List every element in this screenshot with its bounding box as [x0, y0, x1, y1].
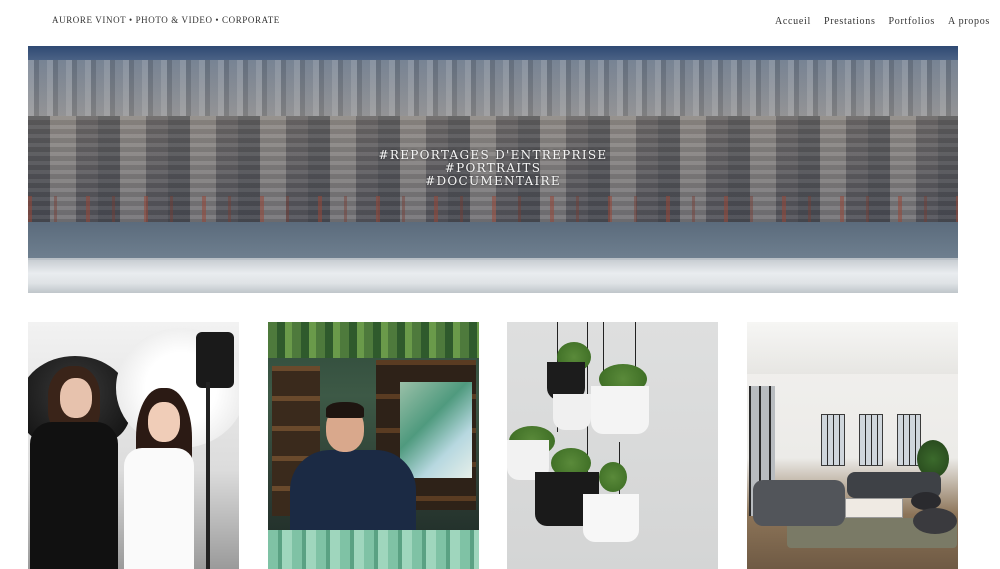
person-body: [124, 448, 194, 569]
person-body: [30, 422, 118, 569]
hero-roof-foreground: [28, 222, 958, 258]
site-brand[interactable]: AURORE VINOT • PHOTO & VIDEO • CORPORATE: [52, 15, 280, 25]
hero-balcony-rail: [28, 260, 958, 293]
nav-prestations[interactable]: Prestations: [824, 16, 876, 27]
bar-glasses: [268, 530, 479, 569]
main-nav: Accueil Prestations Portfolios A propos: [775, 16, 990, 27]
nav-portfolios[interactable]: Portfolios: [889, 16, 935, 27]
plant-foliage: [599, 462, 627, 492]
loft-ceiling: [747, 322, 958, 374]
wall-artwork: [400, 382, 472, 478]
portfolio-tile-bartender[interactable]: [268, 322, 479, 569]
hanging-plants: [268, 322, 479, 358]
planter-pot: [591, 386, 649, 434]
portfolio-grid: [0, 322, 1000, 569]
hero-skyline: [28, 60, 958, 120]
planter-pot: [583, 494, 639, 542]
nav-a-propos[interactable]: A propos: [948, 16, 990, 27]
tagline-line: #DOCUMENTAIRE: [425, 174, 561, 188]
portfolio-tile-interior[interactable]: [747, 322, 958, 569]
nav-accueil[interactable]: Accueil: [775, 16, 811, 27]
window: [859, 414, 883, 466]
person-face: [60, 378, 92, 418]
hero-banner: #REPORTAGES D'ENTREPRISE #PORTRAITS #DOC…: [28, 46, 958, 293]
bartender-hair: [326, 402, 364, 418]
person-face: [148, 402, 180, 442]
sofa: [753, 480, 845, 526]
pouf: [913, 508, 957, 534]
light-stand: [206, 382, 210, 569]
planter-pot: [553, 394, 591, 430]
portfolio-tile-planters[interactable]: [507, 322, 718, 569]
studio-lamp: [196, 332, 234, 388]
portfolio-tile-portraits[interactable]: [28, 322, 239, 569]
window: [821, 414, 845, 466]
hero-tagline: #REPORTAGES D'ENTREPRISE #PORTRAITS #DOC…: [28, 149, 958, 188]
coffee-table: [845, 498, 903, 518]
